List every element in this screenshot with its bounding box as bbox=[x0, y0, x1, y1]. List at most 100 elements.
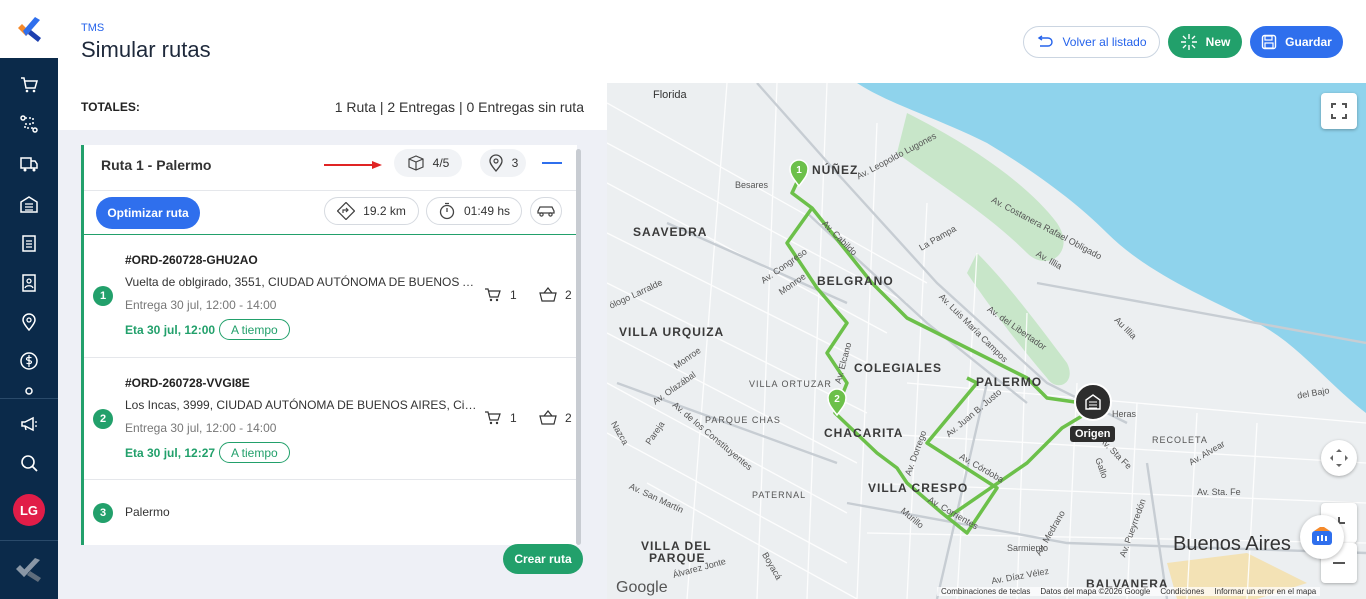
map[interactable]: Florida Av. Leopoldo Lugones Besares Av.… bbox=[607, 83, 1366, 599]
packages-count: 4/5 bbox=[432, 156, 450, 170]
dollar-icon[interactable] bbox=[14, 346, 44, 376]
google-logo: Google bbox=[616, 579, 668, 596]
brand-mark-icon bbox=[16, 558, 41, 582]
order-id: #ORD-260728-VVGI8E bbox=[125, 376, 250, 390]
basket-icon bbox=[539, 287, 557, 302]
eta-text: Eta 30 jul, 12:27 bbox=[125, 446, 216, 460]
avatar[interactable]: LG bbox=[13, 494, 45, 526]
search-icon[interactable] bbox=[14, 448, 44, 478]
collapse-button[interactable] bbox=[542, 162, 562, 164]
box-icon bbox=[408, 155, 424, 171]
stop-item[interactable]: #ORD-260728-GHU2AO Vuelta de oblgirado, … bbox=[84, 235, 577, 358]
clipboard-icon[interactable] bbox=[14, 228, 44, 258]
stop-marker-1-label: 1 bbox=[796, 165, 802, 176]
fullscreen-icon bbox=[1331, 103, 1347, 119]
sidebar: LG bbox=[0, 0, 58, 599]
totals-bar: TOTALES: 1 Ruta | 2 Entregas | 0 Entrega… bbox=[58, 83, 607, 130]
totals-value: 1 Ruta | 2 Entregas | 0 Entregas sin rut… bbox=[334, 98, 584, 115]
origin-label: Origen bbox=[1070, 426, 1116, 442]
cart-qty-value: 1 bbox=[510, 288, 517, 302]
city-label: Buenos Aires bbox=[1173, 533, 1291, 555]
cart-icon bbox=[485, 411, 501, 425]
save-label: Guardar bbox=[1285, 35, 1332, 49]
vehicle-button[interactable] bbox=[530, 197, 562, 225]
scrollbar[interactable] bbox=[576, 149, 581, 545]
optimize-route-button[interactable]: Optimizar ruta bbox=[96, 197, 200, 229]
map-label: Sarmiento bbox=[1007, 543, 1049, 553]
create-route-button[interactable]: Crear ruta bbox=[503, 544, 583, 574]
new-label: New bbox=[1205, 35, 1231, 49]
status-badge: A tiempo bbox=[219, 442, 290, 463]
district-label: CHACARITA bbox=[824, 426, 904, 440]
chat-button[interactable] bbox=[1300, 515, 1344, 559]
fullscreen-button[interactable] bbox=[1321, 93, 1357, 129]
route-header[interactable]: Ruta 1 - Palermo 4/5 3 bbox=[84, 145, 577, 190]
warehouse-icon[interactable] bbox=[14, 189, 44, 219]
stops-pill[interactable]: 3 bbox=[480, 149, 526, 177]
minus-icon bbox=[1333, 562, 1345, 564]
stop-number: 1 bbox=[93, 286, 113, 306]
stop-marker-2[interactable]: 2 bbox=[826, 388, 848, 416]
pin-icon bbox=[489, 154, 503, 172]
warehouse-icon bbox=[1085, 394, 1101, 410]
megaphone-icon[interactable] bbox=[14, 409, 44, 439]
route-actions: Optimizar ruta 19.2 km 01:49 hs bbox=[84, 190, 577, 235]
area-label: PARQUE CHAS bbox=[705, 415, 781, 425]
terms-link[interactable]: Condiciones bbox=[1160, 587, 1204, 596]
map-label: Florida bbox=[653, 89, 687, 101]
stop-number: 2 bbox=[93, 409, 113, 429]
brand-logo-footer bbox=[0, 540, 58, 599]
area-label: PATERNAL bbox=[752, 490, 807, 500]
new-button[interactable]: New bbox=[1168, 26, 1242, 58]
location-icon[interactable] bbox=[14, 307, 44, 337]
basket-qty-value: 2 bbox=[565, 288, 572, 302]
back-to-list-button[interactable]: Volver al listado bbox=[1023, 26, 1160, 58]
breadcrumb[interactable]: TMS bbox=[81, 22, 104, 34]
pan-control[interactable] bbox=[1321, 440, 1357, 476]
app-logo[interactable] bbox=[0, 0, 58, 58]
duration-value: 01:49 hs bbox=[463, 204, 511, 218]
district-label: PALERMO bbox=[976, 375, 1043, 389]
user-icon[interactable] bbox=[14, 384, 44, 398]
basket-qty-value: 2 bbox=[565, 411, 572, 425]
report-error-link[interactable]: Informar un error en el mapa bbox=[1214, 587, 1316, 596]
contacts-icon[interactable] bbox=[14, 268, 44, 298]
district-label: PARQUE bbox=[649, 551, 706, 565]
logo-icon bbox=[18, 17, 41, 42]
map-attribution: Combinaciones de teclas Datos del mapa ©… bbox=[937, 587, 1321, 596]
chat-icon bbox=[1312, 527, 1332, 545]
basket-icon bbox=[539, 410, 557, 425]
delivery-window: Entrega 30 jul, 12:00 - 14:00 bbox=[125, 298, 277, 312]
car-icon bbox=[537, 206, 555, 217]
origin-marker[interactable] bbox=[1074, 383, 1112, 421]
cart-icon[interactable] bbox=[14, 70, 44, 100]
stopwatch-icon bbox=[439, 202, 455, 220]
move-icon bbox=[1330, 449, 1348, 467]
cart-qty-value: 1 bbox=[510, 411, 517, 425]
back-to-list-label: Volver al listado bbox=[1062, 35, 1147, 49]
return-icon bbox=[1038, 35, 1054, 47]
stop-item[interactable]: #ORD-260728-VVGI8E Los Incas, 3999, CIUD… bbox=[84, 358, 577, 480]
cart-qty: 1 bbox=[484, 287, 517, 303]
packages-pill[interactable]: 4/5 bbox=[394, 149, 462, 177]
map-label: Heras bbox=[1112, 409, 1137, 419]
keyboard-shortcuts-link[interactable]: Combinaciones de teclas bbox=[941, 587, 1030, 596]
distance-stat: 19.2 km bbox=[324, 197, 419, 225]
district-label: NÚÑEZ bbox=[812, 163, 859, 177]
route-icon[interactable] bbox=[14, 109, 44, 139]
routes-panel: TOTALES: 1 Ruta | 2 Entregas | 0 Entrega… bbox=[58, 83, 607, 599]
district-label: VILLA URQUIZA bbox=[619, 325, 725, 339]
sparkle-icon bbox=[1180, 34, 1197, 50]
stops-count: 3 bbox=[511, 156, 519, 170]
eta-text: Eta 30 jul, 12:00 bbox=[125, 323, 216, 337]
map-data-text: Datos del mapa ©2026 Google bbox=[1040, 587, 1151, 596]
order-id: #ORD-260728-GHU2AO bbox=[125, 253, 258, 267]
stop-marker-1[interactable]: 1 bbox=[788, 159, 810, 187]
directions-icon bbox=[337, 202, 356, 220]
sidebar-divider bbox=[0, 398, 58, 399]
truck-icon[interactable] bbox=[14, 149, 44, 179]
stop-number: 3 bbox=[93, 503, 113, 523]
district-label: BELGRANO bbox=[817, 274, 894, 288]
stop-item[interactable]: 3 Palermo bbox=[84, 480, 577, 545]
save-button[interactable]: Guardar bbox=[1250, 26, 1343, 58]
